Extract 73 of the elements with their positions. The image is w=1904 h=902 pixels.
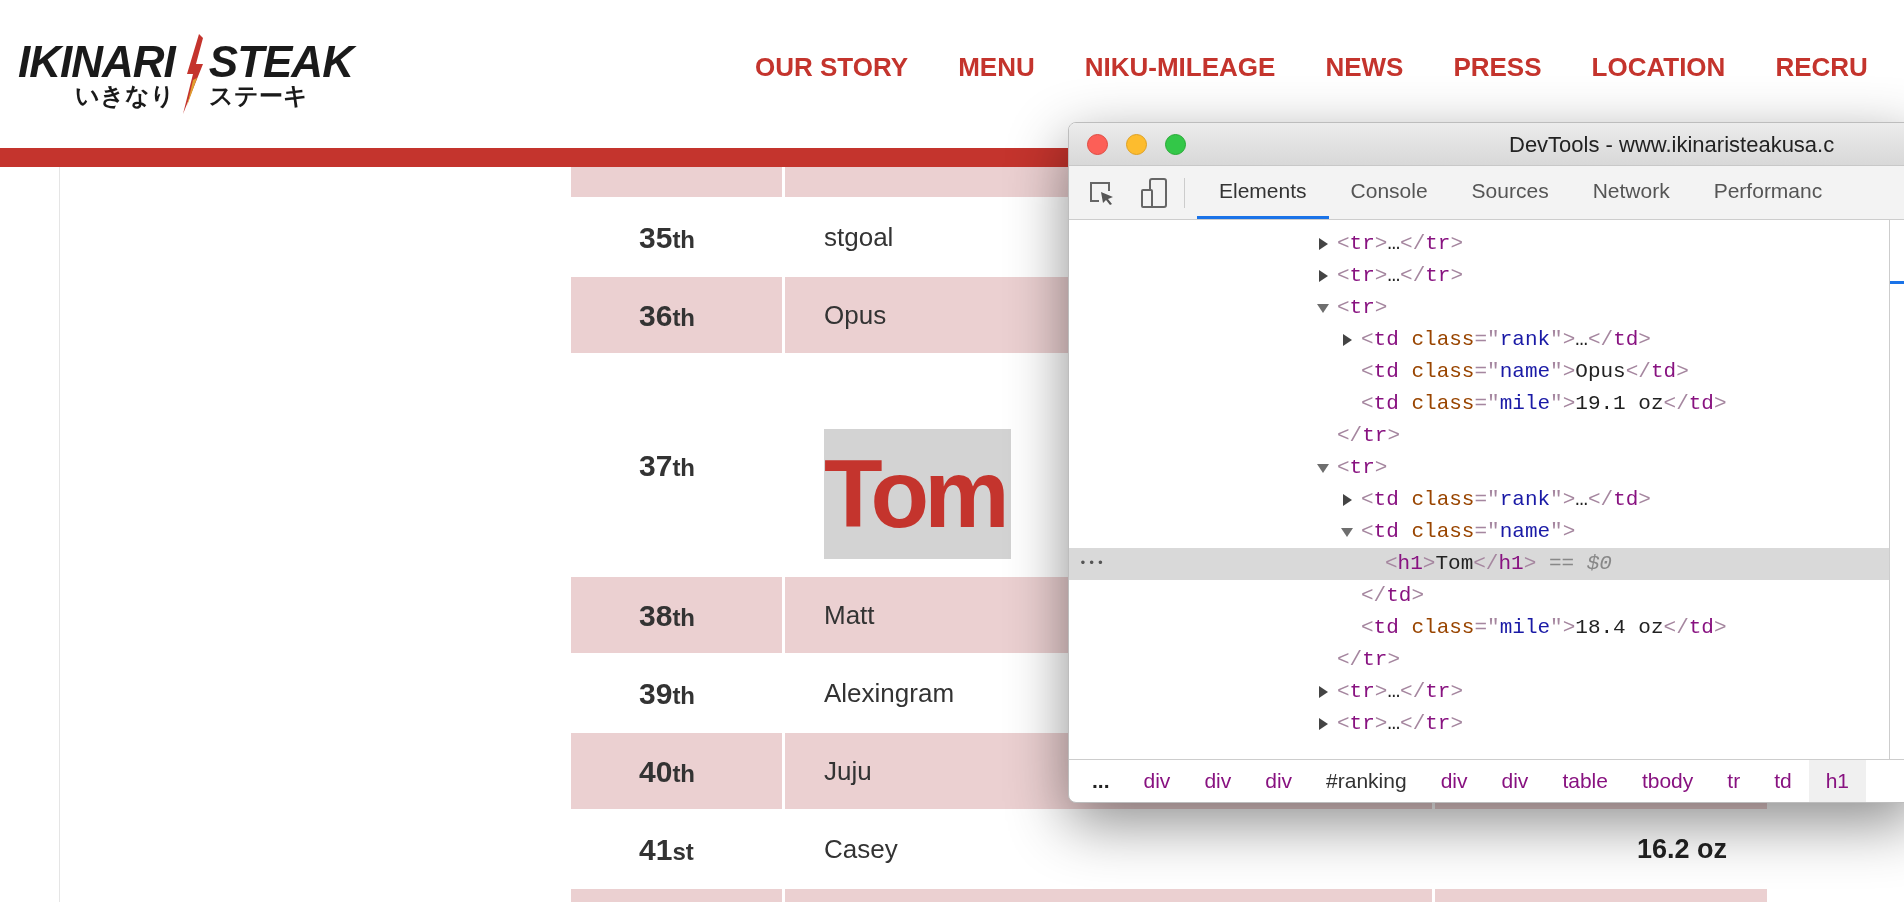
logo[interactable]: IKINARI いきなり STEAK ステーキ <box>18 34 438 114</box>
breadcrumb[interactable]: div <box>1126 760 1188 802</box>
breadcrumb[interactable]: ... <box>1075 760 1127 802</box>
inspect-icon[interactable] <box>1089 180 1115 205</box>
code-line[interactable]: <td class="rank">…</td> <box>1361 324 1651 356</box>
nav-link[interactable]: NEWS <box>1325 47 1404 87</box>
code-line[interactable]: <tr>…</tr> <box>1337 676 1464 708</box>
breadcrumb[interactable]: tbody <box>1624 760 1711 802</box>
code-line[interactable]: <td class="mile">19.1 oz</td> <box>1361 388 1727 420</box>
name-text: stgoal <box>824 220 894 254</box>
rank-text: 38th <box>639 597 696 634</box>
code-line[interactable]: <td class="name">Opus</td> <box>1361 356 1689 388</box>
code-line[interactable]: <tr> <box>1337 292 1388 324</box>
breadcrumb[interactable]: div <box>1248 760 1310 802</box>
rank-text: 36th <box>639 297 696 334</box>
expand-triangle-icon[interactable] <box>1317 718 1329 730</box>
rank-text: 35th <box>639 219 696 256</box>
code-line[interactable]: </tr> <box>1337 420 1401 452</box>
code-line[interactable]: <h1>Tom</h1> == $0 <box>1385 548 1612 580</box>
code-line[interactable]: </td> <box>1361 580 1425 612</box>
breadcrumb[interactable]: div <box>1187 760 1249 802</box>
expand-triangle-icon[interactable] <box>1341 334 1353 346</box>
devtools-tab[interactable]: Elements <box>1197 166 1329 219</box>
nav-link[interactable]: LOCATION <box>1591 47 1726 87</box>
code-line[interactable]: <tr>…</tr> <box>1337 260 1464 292</box>
breadcrumb[interactable]: tr <box>1710 760 1758 802</box>
breadcrumb[interactable]: h1 <box>1808 760 1866 802</box>
logo-text: ステーキ <box>208 84 308 108</box>
expand-triangle-icon[interactable] <box>1317 270 1329 282</box>
code-line[interactable]: <td class="rank">…</td> <box>1361 484 1651 516</box>
breadcrumb[interactable]: #ranking <box>1309 760 1424 802</box>
breadcrumb[interactable]: div <box>1484 760 1546 802</box>
nav-link[interactable]: RECRU <box>1775 47 1868 87</box>
collapse-triangle-icon[interactable] <box>1317 302 1329 314</box>
name-text: Alexingram <box>824 676 955 710</box>
code-line[interactable]: <tr>…</tr> <box>1337 708 1464 740</box>
name-text: Matt <box>824 598 875 632</box>
collapse-triangle-icon[interactable] <box>1317 462 1329 474</box>
expand-triangle-icon[interactable] <box>1317 238 1329 250</box>
more-icon[interactable]: ••• <box>1079 554 1106 574</box>
mileage-text: 16.2 oz <box>1636 832 1727 866</box>
name-text: Opus <box>824 298 887 332</box>
window-title: DevTools - www.ikinaristeakusa.c <box>1509 130 1835 159</box>
breadcrumb[interactable]: div <box>1423 760 1485 802</box>
nav-link[interactable]: PRESS <box>1453 47 1542 87</box>
code-line[interactable]: <td class="name"> <box>1361 516 1576 548</box>
name-heading: Tom <box>824 429 1011 559</box>
breadcrumb[interactable]: table <box>1545 760 1625 802</box>
nav-link[interactable]: MENU <box>958 47 1035 87</box>
devtools-tab[interactable]: Performanc <box>1691 166 1845 219</box>
code-line[interactable]: <tr> <box>1337 452 1388 484</box>
code-line[interactable]: <td class="mile">18.4 oz</td> <box>1361 612 1727 644</box>
devtools-tab[interactable]: Network <box>1570 166 1692 219</box>
devtools-tab[interactable]: Sources <box>1449 166 1571 219</box>
nav-link[interactable]: OUR STORY <box>755 47 909 87</box>
rank-text: 39th <box>639 675 696 712</box>
expand-triangle-icon[interactable] <box>1341 494 1353 506</box>
nav-link[interactable]: NIKU-MILEAGE <box>1084 47 1276 87</box>
devtools-tab[interactable]: Console <box>1328 166 1450 219</box>
device-icon[interactable] <box>1141 177 1167 208</box>
collapse-triangle-icon[interactable] <box>1341 526 1353 538</box>
breadcrumb[interactable]: td <box>1757 760 1809 802</box>
close-icon[interactable] <box>1087 133 1108 155</box>
logo-text: IKINARI <box>18 40 175 84</box>
name-text: Casey <box>824 832 898 866</box>
code-line[interactable]: </tr> <box>1337 644 1401 676</box>
expand-triangle-icon[interactable] <box>1317 686 1329 698</box>
rank-text: 41st <box>639 831 694 868</box>
logo-text: いきなり <box>74 84 175 108</box>
code-line[interactable]: <tr>…</tr> <box>1337 228 1464 260</box>
rank-text: 37th <box>639 447 696 484</box>
rank-text: 40th <box>639 753 696 790</box>
name-text: Juju <box>824 754 872 788</box>
